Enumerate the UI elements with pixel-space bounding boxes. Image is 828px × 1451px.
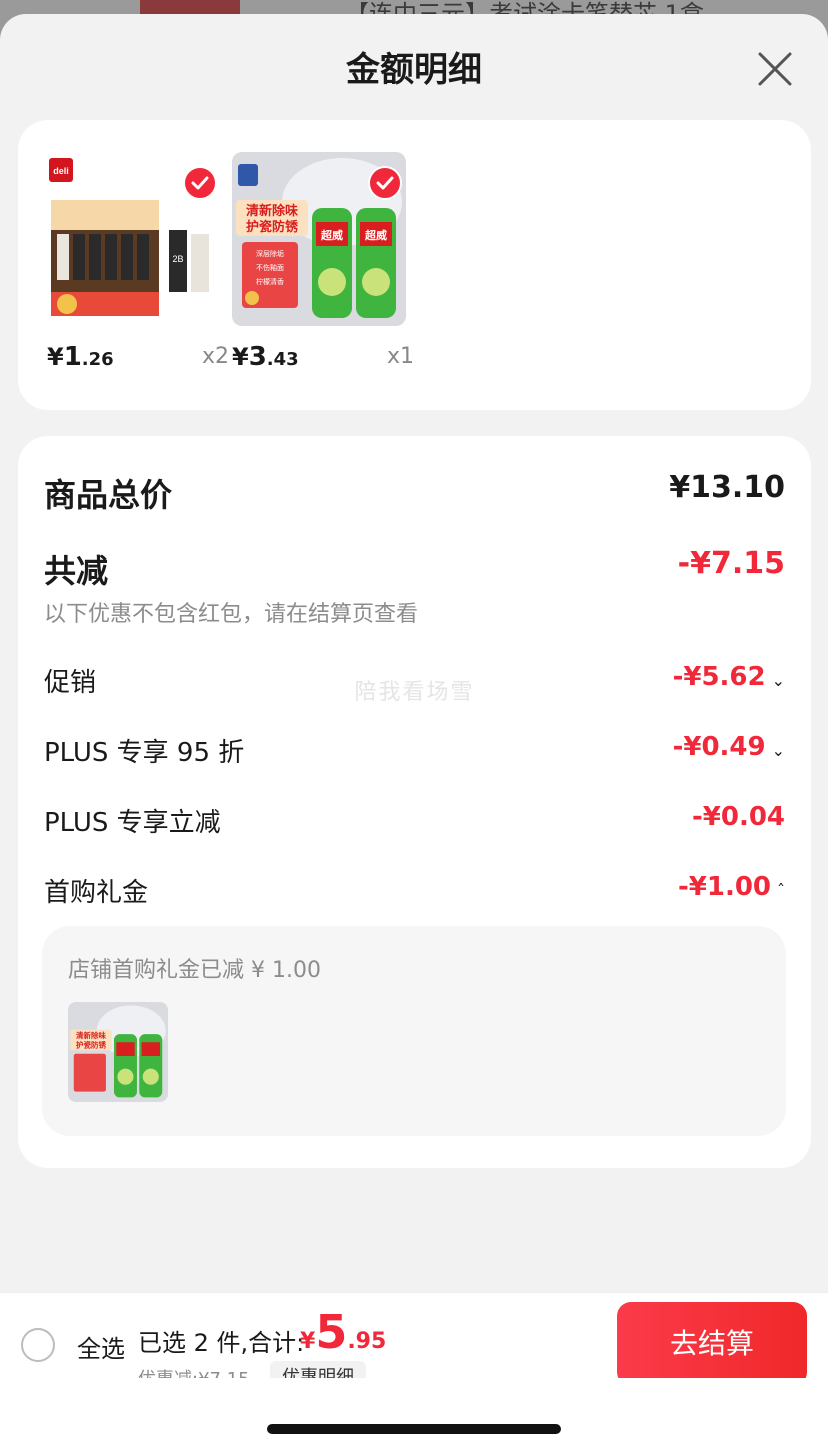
total-reduction-row: 共减 -¥7.15: [44, 546, 785, 590]
total-integer: 5: [315, 1305, 348, 1359]
reduction-note: 以下优惠不包含红包，请在结算页查看: [44, 602, 419, 627]
gift-text: 店铺首购礼金已减 ¥ 1.00: [68, 958, 321, 983]
chevron-down-icon[interactable]: ⌄: [772, 741, 785, 760]
discount-label: PLUS 专享立减: [44, 808, 221, 838]
checkout-button[interactable]: 去结算: [617, 1302, 807, 1386]
discount-label: 促销: [44, 668, 97, 698]
total-price-label: 商品总价: [44, 476, 173, 514]
product-price: ¥3.43: [232, 342, 299, 372]
price-integer: 3: [248, 342, 267, 372]
discount-label: PLUS 专享 95 折: [44, 738, 245, 768]
close-icon: [758, 52, 792, 86]
product-price: ¥1.26: [47, 342, 114, 372]
product-brand-2: 超威: [364, 228, 387, 242]
discount-amount-wrap: -¥0.49 ⌄: [673, 732, 785, 762]
total-reduction-label: 共减: [44, 552, 109, 590]
product-headline-1: 清新除味: [246, 203, 298, 219]
close-button[interactable]: [754, 48, 796, 90]
total-currency: ¥: [300, 1329, 316, 1354]
total-decimal: .95: [347, 1329, 387, 1354]
discount-amount-wrap: -¥5.62 ⌄: [673, 662, 785, 692]
chevron-up-icon[interactable]: ˆ: [777, 881, 785, 900]
gift-product-headline-2: 护瓷防锈: [76, 1039, 106, 1049]
discount-row-promotion[interactable]: 促销 -¥5.62 ⌄: [44, 662, 785, 702]
price-currency: ¥: [232, 343, 249, 371]
product-quantity: x1: [386, 344, 414, 369]
total-price-row: 商品总价 ¥13.10: [44, 470, 785, 514]
discount-row-first-purchase[interactable]: 首购礼金 -¥1.00 ˆ: [44, 872, 785, 912]
first-purchase-gift-detail: 店铺首购礼金已减 ¥ 1.00 清新除味 护瓷防锈: [42, 926, 786, 1136]
discount-amount: -¥0.49: [672, 732, 766, 762]
discount-amount: -¥0.04: [691, 802, 785, 832]
discount-label: 首购礼金: [44, 878, 149, 908]
chevron-down-icon[interactable]: ⌄: [772, 671, 785, 690]
discount-amount-wrap: -¥1.00 ˆ: [678, 872, 785, 902]
product-label-text: 2B: [172, 254, 183, 264]
home-indicator-area: [0, 1378, 828, 1451]
toilet-cleaner-image: 清新除味 护瓷防锈: [68, 1002, 168, 1102]
price-integer: 1: [63, 342, 82, 372]
discount-row-plus-95[interactable]: PLUS 专享 95 折 -¥0.49 ⌄: [44, 732, 785, 772]
product-headline-2: 护瓷防锈: [246, 219, 299, 235]
checkout-bar: 全选 已选 2 件,合计: ¥5.95 优惠减:¥7.15 优惠明细 去结算: [0, 1292, 828, 1392]
discount-amount: -¥1.00: [677, 872, 771, 902]
selected-count-text: 已选 2 件,合计:: [138, 1329, 305, 1357]
price-summary-card: 陪我看场雪 商品总价 ¥13.10 共减 -¥7.15 以下优惠不包含红包，请在…: [18, 436, 811, 1168]
select-all-label[interactable]: 全选: [77, 1329, 125, 1364]
sheet-title: 金额明细: [346, 50, 482, 90]
product-tag-1: 深层除垢: [256, 249, 284, 258]
price-decimal: .43: [266, 349, 299, 370]
total-price-amount: ¥13.10: [669, 470, 785, 505]
select-all-radio[interactable]: [21, 1328, 55, 1362]
products-card: deli 2B ¥1.26 x2 清新除味 护瓷防锈 深层除垢 不伤釉面 柠檬清…: [18, 120, 811, 410]
product-tag-2: 不伤釉面: [256, 263, 284, 272]
selected-check-icon[interactable]: [368, 166, 402, 200]
home-indicator[interactable]: [267, 1424, 561, 1434]
gift-product-headline-1: 清新除味: [76, 1030, 106, 1040]
product-tag-3: 柠檬清香: [256, 277, 284, 286]
product-logo-text: deli: [53, 166, 69, 176]
amount-detail-sheet: 金额明细 deli 2B ¥1.26 x2 清新除味 护瓷防锈 深层除垢 不伤釉…: [0, 14, 828, 1451]
discount-amount: -¥5.62: [672, 662, 766, 692]
product-brand-1: 超威: [320, 228, 343, 242]
grand-total: ¥5.95: [300, 1305, 386, 1359]
selected-check-icon[interactable]: [183, 166, 217, 200]
price-currency: ¥: [47, 343, 64, 371]
product-quantity: x2: [201, 344, 229, 369]
gift-product-thumbnail: 清新除味 护瓷防锈: [68, 1002, 168, 1102]
price-decimal: .26: [81, 349, 114, 370]
discount-row-plus-instant: PLUS 专享立减 -¥0.04: [44, 802, 785, 842]
total-reduction-amount: -¥7.15: [677, 546, 785, 581]
